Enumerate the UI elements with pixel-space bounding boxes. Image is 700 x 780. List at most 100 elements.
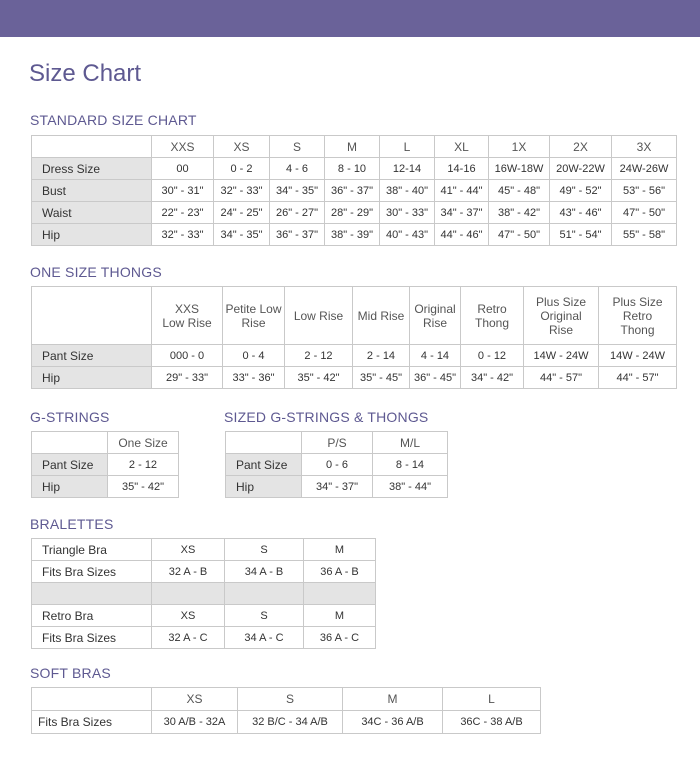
table-cell: 34C - 36 A/B [342,710,443,734]
table-cell: XS [151,604,225,627]
standard-size-chart-title: STANDARD SIZE CHART [30,112,197,128]
one-size-thongs-title: ONE SIZE THONGS [30,264,162,280]
table-cell: 20W-22W [549,157,612,180]
table-row: Dress Size 00 0 - 2 4 - 6 8 - 10 12-14 1… [31,157,677,180]
table-cell: 30" - 33" [379,201,435,224]
row-label: Waist [31,201,152,224]
row-label: Dress Size [31,157,152,180]
header-cell: Plus Size Original Rise [523,286,599,345]
table-cell: 43" - 46" [549,201,612,224]
table-cell: 36" - 45" [409,366,461,389]
table-cell: 34" - 42" [460,366,524,389]
table-cell: 28" - 29" [324,201,380,224]
table-row: Hip 35" - 42" [31,475,179,498]
header-cell: S [269,135,325,158]
table-cell: 32 A - B [151,560,225,583]
table-row: Retro Bra XS S M [31,604,376,627]
table-cell: 2 - 12 [107,453,179,476]
bralettes-table: Triangle Bra XS S M Fits Bra Sizes 32 A … [31,538,376,649]
header-cell: Plus Size Retro Thong [598,286,677,345]
table-cell: 47" - 50" [488,223,550,246]
one-size-thongs-table: XXS Low Rise Petite Low Rise Low Rise Mid … [31,286,677,389]
table-cell: 0 - 4 [222,344,285,367]
row-label: Fits Bra Sizes [31,626,152,649]
spacer-cell [224,582,304,605]
table-row: Pant Size 2 - 12 [31,453,179,476]
header-cell: L [442,687,541,711]
header-cell: XL [434,135,489,158]
table-cell: 32 A - C [151,626,225,649]
table-cell: 35" - 42" [284,366,353,389]
header-cell: 3X [611,135,677,158]
table-cell: 33" - 36" [222,366,285,389]
table-cell: 34 A - B [224,560,304,583]
table-row: Waist 22" - 23" 24" - 25" 26" - 27" 28" … [31,201,677,224]
table-cell: 32" - 33" [151,223,214,246]
table-cell: 24W-26W [611,157,677,180]
sized-g-strings-table: P/S M/L Pant Size 0 - 6 8 - 14 Hip 34" -… [225,431,448,498]
table-cell: 29" - 33" [151,366,223,389]
header-corner [31,431,108,454]
table-cell: 34" - 37" [434,201,489,224]
table-cell: 38" - 44" [372,475,448,498]
header-bar [0,0,700,37]
table-cell: 38" - 40" [379,179,435,202]
table-cell: 0 - 12 [460,344,524,367]
table-cell: 2 - 12 [284,344,353,367]
table-cell: 14-16 [434,157,489,180]
row-label: Retro Bra [31,604,152,627]
table-row: Bust 30" - 31" 32" - 33" 34" - 35" 36" -… [31,179,677,202]
table-cell: M [303,604,376,627]
table-row: Hip 29" - 33" 33" - 36" 35" - 42" 35" - … [31,366,677,389]
table-cell: 0 - 2 [213,157,270,180]
table-cell: 49" - 52" [549,179,612,202]
header-cell: XS [151,687,238,711]
table-cell: 34" - 35" [213,223,270,246]
table-cell: 35" - 42" [107,475,179,498]
spacer-row [31,582,376,605]
table-cell: 000 - 0 [151,344,223,367]
table-cell: 0 - 6 [301,453,373,476]
header-cell: S [237,687,343,711]
table-cell: 4 - 14 [409,344,461,367]
header-cell: P/S [301,431,373,454]
table-cell: 2 - 14 [352,344,410,367]
table-cell: 36 A - B [303,560,376,583]
row-label: Hip [225,475,302,498]
table-row: Pant Size 000 - 0 0 - 4 2 - 12 2 - 14 4 … [31,344,677,367]
table-cell: 30 A/B - 32A [151,710,238,734]
table-cell: S [224,604,304,627]
row-label: Hip [31,475,108,498]
row-label: Hip [31,223,152,246]
row-label: Fits Bra Sizes [31,710,152,734]
row-label: Pant Size [31,453,108,476]
sized-g-strings-title: SIZED G-STRINGS & THONGS [224,409,429,425]
table-cell: 53" - 56" [611,179,677,202]
header-cell: Retro Thong [460,286,524,345]
table-cell: 24" - 25" [213,201,270,224]
row-label: Fits Bra Sizes [31,560,152,583]
table-cell: S [224,538,304,561]
row-label: Triangle Bra [31,538,152,561]
header-cell: L [379,135,435,158]
table-cell: 8 - 14 [372,453,448,476]
header-cell: Mid Rise [352,286,410,345]
spacer-cell [31,582,152,605]
table-cell: 55" - 58" [611,223,677,246]
header-cell: 1X [488,135,550,158]
header-cell: Low Rise [284,286,353,345]
table-cell: 47" - 50" [611,201,677,224]
soft-bras-title: SOFT BRAS [30,665,111,681]
table-cell: 38" - 42" [488,201,550,224]
table-cell: 34 A - C [224,626,304,649]
table-cell: 36C - 38 A/B [442,710,541,734]
row-label: Pant Size [31,344,152,367]
header-cell: Petite Low Rise [222,286,285,345]
table-cell: 32 B/C - 34 A/B [237,710,343,734]
header-cell: One Size [107,431,179,454]
table-cell: 41" - 44" [434,179,489,202]
table-cell: 16W-18W [488,157,550,180]
table-row: Fits Bra Sizes 32 A - B 34 A - B 36 A - … [31,560,376,583]
table-cell: 35" - 45" [352,366,410,389]
table-cell: 12-14 [379,157,435,180]
